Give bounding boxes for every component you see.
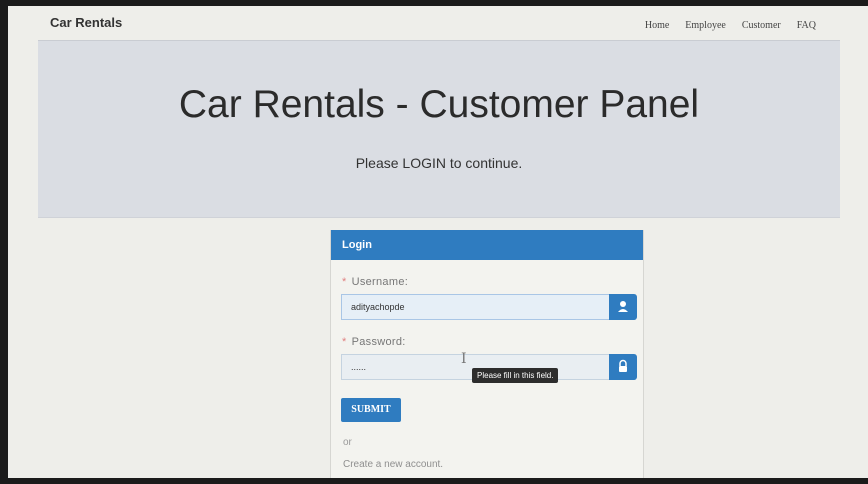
submit-button[interactable]: SUBMIT [341, 398, 401, 422]
username-input[interactable]: adityachopde [341, 294, 609, 320]
password-label-text: Password: [351, 336, 406, 348]
validation-tooltip: Please fill in this field. [472, 368, 559, 383]
or-separator: or [343, 437, 352, 448]
hero-banner: Car Rentals - Customer Panel Please LOGI… [38, 40, 840, 218]
page-title: Car Rentals - Customer Panel [178, 83, 700, 126]
user-icon [609, 294, 637, 320]
required-mark: * [342, 336, 347, 348]
browser-viewport: Car Rentals Home Employee Customer FAQ C… [8, 6, 868, 478]
nav-link-employee[interactable]: Employee [685, 20, 726, 31]
username-input-group: adityachopde [341, 294, 639, 320]
nav-link-customer[interactable]: Customer [742, 20, 781, 31]
username-label: * Username: [342, 276, 408, 288]
nav-link-faq[interactable]: FAQ [797, 20, 816, 31]
brand-logo[interactable]: Car Rentals [50, 15, 122, 30]
password-label: * Password: [342, 336, 406, 348]
username-label-text: Username: [351, 276, 409, 288]
login-panel: Login * Username: adityachopde * Password:… [330, 230, 644, 478]
login-panel-heading: Login [331, 230, 643, 260]
navbar: Car Rentals Home Employee Customer FAQ [8, 6, 868, 40]
create-account-link[interactable]: Create a new account. [343, 459, 443, 470]
required-mark: * [342, 276, 347, 288]
text-cursor-icon: I [461, 351, 467, 367]
nav-link-home[interactable]: Home [645, 20, 669, 31]
nav-links: Home Employee Customer FAQ [645, 20, 816, 31]
page-subtitle: Please LOGIN to continue. [355, 155, 523, 171]
lock-icon [609, 354, 637, 380]
